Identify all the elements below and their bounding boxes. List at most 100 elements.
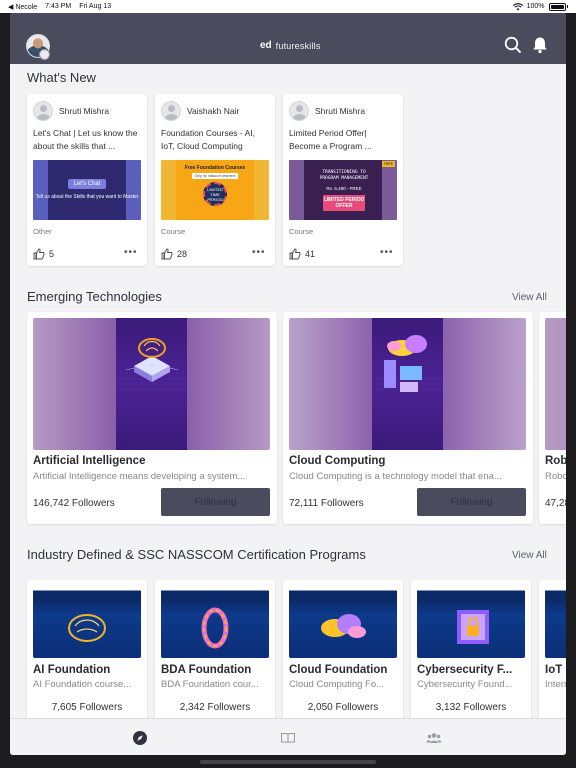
more-horizontal-icon[interactable]: ••• (380, 247, 394, 258)
logo-futureskills: futureskills (275, 40, 321, 51)
cert-card[interactable]: Cybersecurity F... Cybersecurity Found..… (411, 580, 531, 718)
main-content[interactable]: What's New Shruti Mishra Let's Chat | Le… (10, 64, 566, 718)
lock-screen-icon (457, 610, 489, 644)
cert-image (161, 586, 269, 658)
cert-image (289, 586, 397, 658)
tech-title: Cloud Computing (289, 455, 386, 467)
cert-title: BDA Foundation (161, 664, 252, 676)
cert-title: Cybersecurity F... (417, 664, 513, 676)
wifi-icon (512, 2, 523, 10)
cert-title: IoT (545, 664, 563, 676)
top-bar: ed futureskills (10, 13, 566, 64)
thumb-label: LIMITED PERIOD OFFER (323, 195, 365, 211)
tech-followers: 146,742 Followers (33, 498, 115, 509)
tech-image (545, 318, 566, 450)
like-button[interactable]: 41 (289, 248, 315, 260)
industry-view-all-link[interactable]: View All (512, 550, 547, 561)
thumb-circle: LIMITED TIME PERIOD (203, 182, 227, 206)
whats-new-title: What's New (27, 70, 96, 85)
book-icon[interactable] (280, 730, 296, 746)
news-card[interactable]: Vaishakh Nair Foundation Courses - AI, I… (155, 94, 275, 266)
tech-card-robotics[interactable]: Rob Robo 47,28 (539, 312, 566, 524)
thumb-title: TRANSITIONING TO PROGRAM MANAGEMENT (319, 170, 369, 181)
following-button[interactable]: Following (417, 488, 526, 516)
brain-icon (68, 614, 106, 642)
cert-followers: 7,605 Followers (51, 702, 123, 713)
logo-ed: ed (260, 40, 272, 51)
tech-title: Rob (545, 455, 566, 467)
cert-description: AI Foundation course... (33, 679, 132, 690)
app-logo: ed futureskills (260, 40, 321, 51)
status-date: Fri Aug 13 (79, 2, 112, 10)
cert-description: Cybersecurity Found... (417, 679, 513, 690)
thumbs-up-icon (33, 248, 45, 260)
like-count: 5 (49, 249, 55, 259)
tech-description: Artificial Intelligence means developing… (33, 471, 246, 482)
avatar-menu-icon[interactable] (39, 49, 50, 60)
news-text: Let's Chat | Let us know the about the s… (33, 128, 138, 151)
cert-card[interactable]: IoT Intern (539, 580, 566, 718)
cert-title: Cloud Foundation (289, 664, 388, 676)
thumb-price: Rs. 6,490 - FREE (326, 186, 362, 191)
like-button[interactable]: 28 (161, 248, 187, 260)
compass-icon[interactable] (132, 730, 148, 746)
bell-icon[interactable] (531, 36, 549, 54)
news-thumbnail[interactable]: FREE TRANSITIONING TO PROGRAM MANAGEMENT… (289, 160, 397, 220)
tech-card-cloud[interactable]: Cloud Computing Cloud Computing is a tec… (283, 312, 533, 524)
cert-followers: 2,050 Followers (307, 702, 379, 713)
people-icon[interactable] (426, 730, 442, 746)
more-horizontal-icon[interactable]: ••• (252, 247, 266, 258)
thumb-band: Only for nasscom learners (191, 173, 239, 179)
thumbs-up-icon (289, 248, 301, 260)
tech-followers: 47,28 (545, 498, 566, 509)
cloud-server-icon (384, 335, 427, 392)
cert-image (417, 586, 525, 658)
app-window: ed futureskills What's New Shruti Mishra… (10, 13, 566, 755)
cert-card[interactable]: Cloud Foundation Cloud Computing Fo... 2… (283, 580, 403, 718)
thumb-pill: Let's Chat (67, 179, 107, 189)
cert-title: AI Foundation (33, 664, 111, 676)
tech-card-ai[interactable]: Artificial Intelligence Artificial Intel… (27, 312, 277, 524)
author-avatar (33, 101, 53, 121)
author-name: Shruti Mishra (315, 106, 366, 116)
author-avatar (161, 101, 181, 121)
tech-followers: 72,111 Followers (289, 498, 364, 509)
cert-image (33, 586, 141, 658)
thumb-subtitle: Tell us about the Skills that you want t… (35, 194, 139, 200)
status-bar: ◀ Necole 7:43 PM Fri Aug 13 100% (0, 0, 576, 13)
cert-description: BDA Foundation cour... (161, 679, 259, 690)
news-card[interactable]: Shruti Mishra Limited Period Offer| Beco… (283, 94, 403, 266)
like-button[interactable]: 5 (33, 248, 54, 260)
cert-card[interactable]: BDA Foundation BDA Foundation cour... 2,… (155, 580, 275, 718)
author-name: Vaishakh Nair (187, 106, 240, 116)
more-horizontal-icon[interactable]: ••• (124, 247, 138, 258)
status-time: 7:43 PM (45, 2, 72, 10)
news-text: Foundation Courses - AI, IoT, Cloud Comp… (161, 128, 256, 151)
tech-description: Cloud Computing is a technology model th… (289, 471, 502, 482)
cert-followers: 3,132 Followers (435, 702, 507, 713)
home-indicator[interactable] (200, 760, 376, 764)
cert-description: Intern (545, 679, 566, 690)
news-thumbnail[interactable]: Let's Chat Tell us about the Skills that… (33, 160, 141, 220)
industry-title: Industry Defined & SSC NASSCOM Certifica… (27, 547, 366, 562)
cert-image (545, 586, 566, 658)
news-type: Course (161, 227, 186, 236)
news-card[interactable]: Shruti Mishra Let's Chat | Let us know t… (27, 94, 147, 266)
cert-followers: 2,342 Followers (179, 702, 251, 713)
author-name: Shruti Mishra (59, 106, 110, 116)
author-avatar (289, 101, 309, 121)
thumb-title: Free Foundation Courses (184, 165, 246, 171)
back-to-app[interactable]: ◀ Necole (8, 3, 37, 11)
cloud-icon (321, 614, 366, 638)
following-button[interactable]: Following (161, 488, 270, 516)
thumb-badge: FREE (381, 161, 395, 167)
news-type: Other (33, 227, 52, 236)
like-count: 28 (177, 249, 188, 259)
emerging-view-all-link[interactable]: View All (512, 292, 547, 303)
bottom-tab-bar (10, 718, 566, 755)
tech-description: Robo (545, 471, 566, 482)
cert-card[interactable]: AI Foundation AI Foundation course... 7,… (27, 580, 147, 718)
search-icon[interactable] (504, 36, 522, 54)
news-thumbnail[interactable]: Free Foundation Courses Only for nasscom… (161, 160, 269, 220)
cert-description: Cloud Computing Fo... (289, 679, 385, 690)
